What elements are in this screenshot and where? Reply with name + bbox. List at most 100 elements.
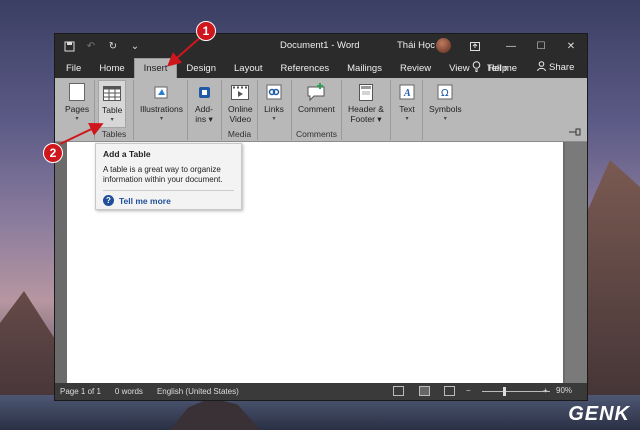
comment-icon <box>306 82 326 102</box>
help-icon: ? <box>103 195 114 206</box>
language[interactable]: English (United States) <box>157 387 239 396</box>
word-window: ↶ ↻ ⌄ Document1 - Word Thái Học — ☐ ✕ Fi… <box>54 33 588 401</box>
share-label: Share <box>549 62 575 73</box>
person-icon <box>537 61 546 74</box>
status-bar: Page 1 of 1 0 words English (United Stat… <box>55 383 587 400</box>
tables-group-label: Tables <box>101 129 127 139</box>
symbols-label: Symbols <box>429 104 462 114</box>
pages-group: Pages ▾ <box>59 80 95 140</box>
shapes-icon <box>152 82 172 102</box>
online-video-label-2: Video <box>229 114 252 124</box>
header-footer-group: Header & Footer ▾ <box>342 80 391 140</box>
vertical-scrollbar[interactable] <box>565 142 587 383</box>
chevron-down-icon: ▾ <box>159 116 163 122</box>
ribbon-display-options-icon[interactable] <box>467 38 483 54</box>
zoom-slider[interactable] <box>482 391 550 392</box>
chevron-down-icon: ▾ <box>405 116 409 122</box>
tab-review[interactable]: Review <box>391 58 440 78</box>
close-icon[interactable]: ✕ <box>563 38 579 54</box>
media-group: Online Video Media <box>222 80 258 140</box>
header-footer-label-2: Footer ▾ <box>350 114 382 124</box>
tab-design[interactable]: Design <box>177 58 225 78</box>
chevron-down-icon: ▾ <box>75 116 79 122</box>
user-name[interactable]: Thái Học <box>397 40 435 51</box>
document-title: Document1 - Word <box>280 40 360 51</box>
table-icon <box>102 83 122 103</box>
tell-me-more-link[interactable]: ? Tell me more <box>103 195 234 206</box>
text-button[interactable]: A Text ▾ <box>394 80 420 126</box>
addins-group: Add- ins ▾ <box>188 80 222 140</box>
table-label: Table <box>102 105 123 115</box>
read-mode-icon[interactable] <box>393 386 404 396</box>
table-tooltip: Add a Table A table is a great way to or… <box>95 143 242 210</box>
chevron-down-icon: ▾ <box>110 117 114 123</box>
svg-text:Ω: Ω <box>441 88 449 99</box>
links-label: Links <box>264 104 284 114</box>
chevron-down-icon: ▾ <box>443 116 447 122</box>
comments-group: Comment Comments <box>292 80 342 140</box>
addins-label-2: ins ▾ <box>195 114 213 124</box>
customize-icon[interactable]: ⌄ <box>127 38 143 54</box>
word-count[interactable]: 0 words <box>115 387 143 396</box>
tell-me-label: Tell me <box>487 62 518 74</box>
tab-home[interactable]: Home <box>90 58 133 78</box>
ribbon: Pages ▾ Table ▾ Tables Illustrations ▾ A… <box>55 78 587 142</box>
tab-insert[interactable]: Insert <box>133 58 178 78</box>
save-icon[interactable] <box>61 38 77 54</box>
avatar[interactable] <box>436 38 451 53</box>
web-layout-icon[interactable] <box>444 386 455 396</box>
pages-label: Pages <box>65 104 90 114</box>
pages-button[interactable]: Pages ▾ <box>62 80 92 126</box>
undo-icon[interactable]: ↶ <box>83 38 99 54</box>
tab-mailings[interactable]: Mailings <box>338 58 391 78</box>
svg-text:A: A <box>403 88 411 99</box>
zoom-out-button[interactable]: − <box>466 386 471 395</box>
title-bar: ↶ ↻ ⌄ Document1 - Word Thái Học — ☐ ✕ <box>55 34 587 58</box>
maximize-icon[interactable]: ☐ <box>533 38 549 54</box>
addins-icon <box>194 82 214 102</box>
illustrations-label: Illustrations <box>140 104 183 114</box>
minimize-icon[interactable]: — <box>503 38 519 54</box>
redo-icon[interactable]: ↻ <box>105 38 121 54</box>
comment-label: Comment <box>298 104 335 114</box>
callout-2: 2 <box>43 143 63 163</box>
addins-label: Add- <box>195 104 213 114</box>
zoom-slider-thumb[interactable] <box>503 387 506 396</box>
pages-icon <box>67 82 87 102</box>
comments-group-label: Comments <box>295 129 338 139</box>
addins-button[interactable]: Add- ins ▾ <box>191 80 217 126</box>
symbols-button[interactable]: Ω Symbols ▾ <box>426 80 465 126</box>
omega-icon: Ω <box>435 82 455 102</box>
tab-references[interactable]: References <box>272 58 339 78</box>
table-button[interactable]: Table ▾ <box>98 80 127 128</box>
media-group-label: Media <box>227 129 252 139</box>
print-layout-icon[interactable] <box>419 386 430 396</box>
tab-layout[interactable]: Layout <box>225 58 272 78</box>
header-footer-button[interactable]: Header & Footer ▾ <box>345 80 387 126</box>
pin-ribbon-icon[interactable] <box>569 128 581 138</box>
links-button[interactable]: Links ▾ <box>261 80 287 126</box>
tell-me-button[interactable]: Tell me <box>472 61 517 75</box>
video-icon <box>230 82 250 102</box>
tooltip-title: Add a Table <box>103 149 151 159</box>
zoom-in-button[interactable]: + <box>543 386 548 395</box>
header-footer-label: Header & <box>348 104 384 114</box>
illustrations-button[interactable]: Illustrations ▾ <box>137 80 186 126</box>
comment-button[interactable]: Comment <box>295 80 338 116</box>
zoom-level[interactable]: 90% <box>556 386 572 395</box>
illustrations-group: Illustrations ▾ <box>134 80 188 140</box>
page-count[interactable]: Page 1 of 1 <box>60 387 101 396</box>
text-label: Text <box>399 104 415 114</box>
watermark: GENK <box>568 403 630 425</box>
links-group: Links ▾ <box>258 80 292 140</box>
ribbon-tabs: File Home Insert Design Layout Reference… <box>55 58 587 78</box>
tab-file[interactable]: File <box>57 58 90 78</box>
header-footer-icon <box>356 82 376 102</box>
tooltip-divider <box>103 190 234 191</box>
symbols-group: Ω Symbols ▾ <box>423 80 463 140</box>
online-video-button[interactable]: Online Video <box>225 80 256 126</box>
share-button[interactable]: Share <box>537 61 574 74</box>
tooltip-description: A table is a great way to organize infor… <box>103 165 223 184</box>
tables-group: Table ▾ Tables <box>95 80 134 140</box>
tell-me-more-label: Tell me more <box>119 195 171 206</box>
